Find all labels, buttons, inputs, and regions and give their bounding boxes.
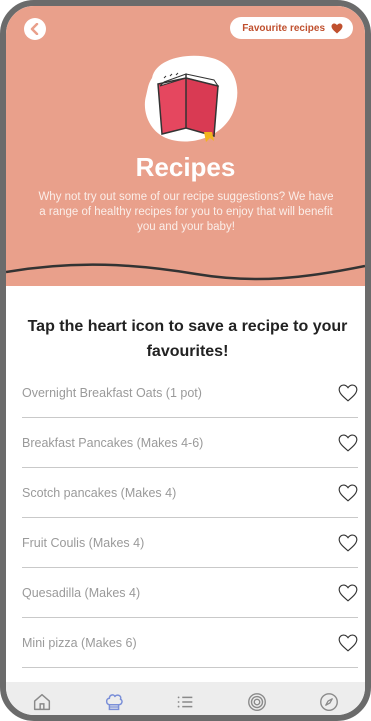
heart-outline-icon[interactable] bbox=[338, 633, 358, 652]
heart-outline-icon[interactable] bbox=[338, 433, 358, 452]
recipe-list: Overnight Breakfast Oats (1 pot) Breakfa… bbox=[22, 368, 358, 668]
favourite-recipes-button[interactable]: Favourite recipes bbox=[230, 17, 353, 39]
page-intro: Why not try out some of our recipe sugge… bbox=[38, 191, 334, 233]
recipe-label: Quesadilla (Makes 4) bbox=[22, 585, 141, 600]
list-icon bbox=[178, 696, 193, 707]
recipe-label: Mini pizza (Makes 6) bbox=[22, 635, 137, 650]
list-item[interactable]: Scotch pancakes (Makes 4) bbox=[22, 468, 358, 518]
recipe-label: Overnight Breakfast Oats (1 pot) bbox=[22, 385, 202, 400]
chef-hat-icon bbox=[105, 693, 123, 710]
phone-frame: Favourite recipes Recipes Why not try ou… bbox=[0, 0, 371, 721]
favourite-recipes-label: Favourite recipes bbox=[242, 22, 325, 34]
open-book-icon bbox=[144, 55, 238, 142]
page-title: Recipes bbox=[135, 152, 236, 182]
heart-outline-icon[interactable] bbox=[338, 383, 358, 402]
active-tab-indicator bbox=[112, 714, 116, 715]
bottom-tab-bar bbox=[6, 682, 365, 716]
target-icon bbox=[248, 692, 267, 711]
favourites-instruction: Tap the heart icon to save a recipe to y… bbox=[27, 318, 348, 360]
tab-home[interactable] bbox=[22, 684, 62, 716]
tab-target[interactable] bbox=[237, 684, 277, 716]
heart-outline-icon[interactable] bbox=[338, 483, 358, 502]
back-button[interactable] bbox=[24, 18, 46, 40]
list-item[interactable]: Overnight Breakfast Oats (1 pot) bbox=[22, 368, 358, 418]
heart-filled-icon bbox=[331, 23, 343, 33]
heart-outline-icon[interactable] bbox=[338, 583, 358, 602]
heart-outline-icon[interactable] bbox=[338, 533, 358, 552]
tab-recipes[interactable] bbox=[94, 684, 134, 715]
recipe-label: Breakfast Pancakes (Makes 4-6) bbox=[22, 435, 204, 450]
header-wave-divider bbox=[6, 244, 365, 281]
list-item[interactable]: Breakfast Pancakes (Makes 4-6) bbox=[22, 418, 358, 468]
list-item[interactable]: Quesadilla (Makes 4) bbox=[22, 568, 358, 618]
recipe-label: Fruit Coulis (Makes 4) bbox=[22, 535, 145, 550]
list-item[interactable]: Fruit Coulis (Makes 4) bbox=[22, 518, 358, 568]
chevron-left-icon bbox=[30, 23, 39, 35]
tab-explore[interactable] bbox=[309, 684, 349, 716]
home-icon bbox=[33, 693, 50, 710]
recipe-label: Scotch pancakes (Makes 4) bbox=[22, 485, 177, 500]
compass-icon bbox=[320, 692, 339, 711]
list-item[interactable]: Mini pizza (Makes 6) bbox=[22, 618, 358, 668]
tab-list[interactable] bbox=[165, 684, 205, 716]
